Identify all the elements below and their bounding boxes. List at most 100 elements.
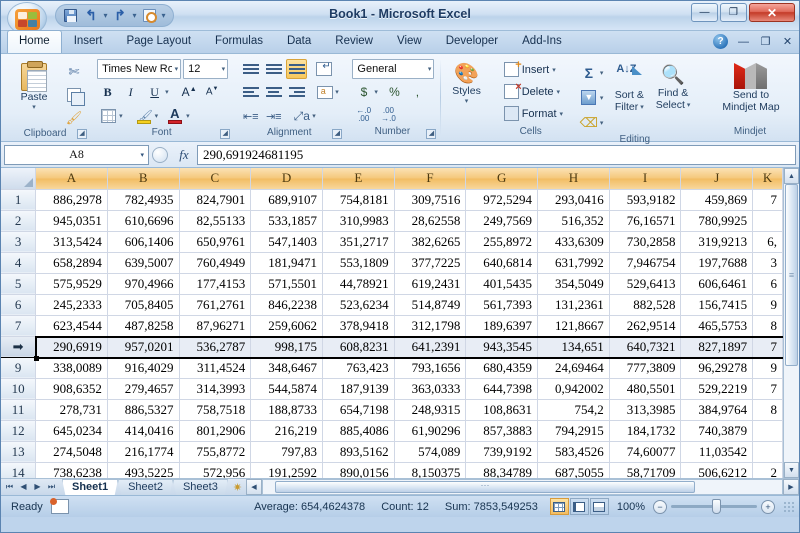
- cell-c7[interactable]: 87,96271: [179, 315, 252, 337]
- cell-f4[interactable]: 377,7225: [394, 252, 467, 274]
- shrink-font-button[interactable]: A▼: [202, 82, 223, 102]
- cell-h7[interactable]: 121,8667: [537, 315, 610, 337]
- zoom-slider[interactable]: − +: [653, 499, 781, 514]
- cell-i1[interactable]: 593,9182: [609, 189, 682, 211]
- help-icon[interactable]: ?: [713, 34, 728, 49]
- hscroll-track[interactable]: [262, 479, 783, 495]
- orientation-split-button[interactable]: ⤢a ▾: [290, 105, 320, 127]
- cell-k1[interactable]: 7: [752, 189, 783, 211]
- copy-button[interactable]: [63, 84, 85, 106]
- cell-a4[interactable]: 658,2894: [35, 252, 108, 274]
- cell-d12[interactable]: 216,219: [250, 420, 323, 442]
- scroll-right-button[interactable]: ▶: [783, 479, 799, 495]
- row-header-9[interactable]: 9: [1, 357, 37, 379]
- cell-j13[interactable]: 11,03542: [680, 441, 754, 463]
- cell-f13[interactable]: 574,089: [394, 441, 467, 463]
- cell-d11[interactable]: 188,8733: [250, 399, 323, 421]
- column-header-i[interactable]: I: [609, 168, 682, 190]
- center-button[interactable]: [263, 82, 284, 102]
- italic-button[interactable]: I: [120, 82, 141, 102]
- row-header-12[interactable]: 12: [1, 420, 37, 442]
- cell-g4[interactable]: 640,6814: [465, 252, 539, 274]
- tab-formulas[interactable]: Formulas: [203, 30, 275, 53]
- row-header-3[interactable]: 3: [1, 231, 37, 253]
- column-header-f[interactable]: F: [394, 168, 467, 190]
- page-break-preview-button[interactable]: [589, 498, 609, 515]
- cell-f1[interactable]: 309,7516: [394, 189, 467, 211]
- tab-add-ins[interactable]: Add-Ins: [510, 30, 574, 53]
- cell-g6[interactable]: 561,7393: [465, 294, 539, 316]
- resize-grip[interactable]: [783, 500, 795, 513]
- row-header-8[interactable]: ➡: [1, 336, 37, 358]
- cell-b14[interactable]: 493,5225: [107, 462, 180, 478]
- middle-align-button[interactable]: [263, 59, 284, 79]
- cell-a13[interactable]: 274,5048: [35, 441, 108, 463]
- cell-i13[interactable]: 74,60077: [609, 441, 682, 463]
- restore-workbook-icon[interactable]: ❐: [759, 35, 772, 48]
- decrease-decimal-button[interactable]: .00 →.0: [377, 105, 400, 125]
- scroll-left-button[interactable]: ◀: [246, 479, 262, 495]
- insert-function-icon[interactable]: fx: [171, 147, 197, 163]
- cell-g2[interactable]: 249,7569: [465, 210, 539, 232]
- format-painter-button[interactable]: 🖌: [63, 107, 85, 128]
- cell-g9[interactable]: 680,4359: [465, 357, 539, 379]
- cell-a10[interactable]: 908,6352: [35, 378, 108, 400]
- last-sheet-button[interactable]: ⏭: [45, 482, 58, 492]
- tab-view[interactable]: View: [385, 30, 434, 53]
- cell-f12[interactable]: 61,90296: [394, 420, 467, 442]
- cell-d8[interactable]: 998,175: [250, 336, 323, 358]
- cell-i4[interactable]: 7,946754: [609, 252, 682, 274]
- scroll-up-button[interactable]: ▲: [784, 168, 799, 184]
- row-header-5[interactable]: 5: [1, 273, 37, 295]
- cell-b4[interactable]: 639,5007: [107, 252, 180, 274]
- row-header-6[interactable]: 6: [1, 294, 37, 316]
- accounting-split-button[interactable]: $ ▾: [352, 81, 382, 103]
- cell-f6[interactable]: 514,8749: [394, 294, 467, 316]
- cell-d4[interactable]: 181,9471: [250, 252, 323, 274]
- cell-b6[interactable]: 705,8405: [107, 294, 180, 316]
- select-all-button[interactable]: [1, 168, 37, 190]
- cell-i8[interactable]: 640,7321: [609, 336, 682, 358]
- page-layout-view-button[interactable]: [569, 498, 589, 515]
- fill-button[interactable]: ▼: [578, 87, 600, 108]
- cell-k3[interactable]: 6,: [752, 231, 783, 253]
- minimize-ribbon-icon[interactable]: —: [737, 36, 750, 48]
- cell-h10[interactable]: 0,942002: [537, 378, 610, 400]
- cell-g1[interactable]: 972,5294: [465, 189, 539, 211]
- normal-view-button[interactable]: [549, 498, 569, 515]
- accounting-format-button[interactable]: $: [353, 82, 374, 102]
- cell-j12[interactable]: 740,3879: [680, 420, 754, 442]
- column-header-g[interactable]: G: [465, 168, 539, 190]
- top-align-button[interactable]: [240, 59, 261, 79]
- row-header-13[interactable]: 13: [1, 441, 37, 463]
- first-sheet-button[interactable]: ⏮: [3, 482, 16, 492]
- cell-d3[interactable]: 547,1403: [250, 231, 323, 253]
- cell-b3[interactable]: 606,1406: [107, 231, 180, 253]
- cell-k4[interactable]: 3: [752, 252, 783, 274]
- fill-color-button[interactable]: 🖌: [134, 106, 155, 126]
- cell-c5[interactable]: 177,4153: [179, 273, 252, 295]
- cell-b11[interactable]: 886,5327: [107, 399, 180, 421]
- cell-k11[interactable]: 8: [752, 399, 783, 421]
- comma-style-button[interactable]: ,: [407, 82, 428, 102]
- cell-d10[interactable]: 544,5874: [250, 378, 323, 400]
- cell-b13[interactable]: 216,1774: [107, 441, 180, 463]
- cell-k13[interactable]: [752, 441, 783, 463]
- cell-e5[interactable]: 44,78921: [322, 273, 395, 295]
- tab-developer[interactable]: Developer: [434, 30, 510, 53]
- cell-k10[interactable]: 7: [752, 378, 783, 400]
- increase-decimal-button[interactable]: ←.0.00: [352, 105, 375, 125]
- cell-g5[interactable]: 401,5435: [465, 273, 539, 295]
- cell-f2[interactable]: 28,62558: [394, 210, 467, 232]
- cell-j8[interactable]: 827,1897: [680, 336, 754, 358]
- cell-g7[interactable]: 189,6397: [465, 315, 539, 337]
- cell-d13[interactable]: 797,83: [250, 441, 323, 463]
- underline-split-button[interactable]: U ▾: [143, 81, 173, 103]
- cell-b1[interactable]: 782,4935: [107, 189, 180, 211]
- row-header-7[interactable]: 7: [1, 315, 37, 337]
- cell-h3[interactable]: 433,6309: [537, 231, 610, 253]
- insert-cells-button[interactable]: Insert ▾: [499, 59, 561, 80]
- tab-data[interactable]: Data: [275, 30, 323, 53]
- cell-j5[interactable]: 606,6461: [680, 273, 754, 295]
- cell-e10[interactable]: 187,9139: [322, 378, 395, 400]
